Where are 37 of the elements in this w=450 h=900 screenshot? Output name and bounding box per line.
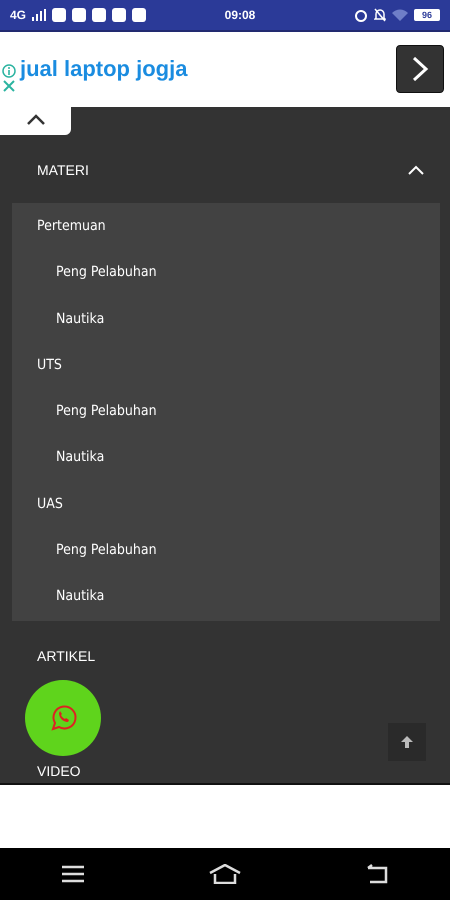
clock: 09:08 [224, 8, 256, 22]
wifi-icon [392, 8, 408, 21]
submenu-item[interactable]: Peng Pelabuhan [12, 388, 440, 434]
submenu-item[interactable]: Peng Pelabuhan [12, 526, 440, 574]
menu-icon[interactable] [62, 865, 84, 884]
submenu-item[interactable]: Pertemuan [12, 202, 440, 250]
network-type: 4G [10, 8, 26, 22]
mute-icon [374, 8, 386, 22]
close-icon[interactable] [3, 80, 15, 92]
app-notification-icon [132, 8, 146, 22]
chevron-up-icon [408, 164, 424, 175]
submenu-item[interactable]: Nautika [12, 295, 440, 342]
arrow-up-icon [400, 735, 414, 749]
ad-headline[interactable]: jual laptop jogja [20, 56, 396, 82]
collapse-tab[interactable] [0, 106, 71, 135]
app-notification-icon [112, 8, 126, 22]
menu-item[interactable]: VIDEO [0, 763, 450, 784]
chevron-right-icon [411, 56, 429, 82]
back-to-top-button[interactable] [388, 723, 426, 761]
battery-icon: 96 [414, 8, 440, 21]
back-icon[interactable] [366, 864, 388, 884]
alarm-icon [354, 8, 368, 22]
app-notification-icon [52, 8, 66, 22]
menu-item[interactable]: MATERI [0, 134, 450, 205]
home-icon[interactable] [208, 864, 241, 884]
submenu-item[interactable]: Peng Pelabuhan [12, 249, 440, 296]
chevron-up-icon [26, 114, 46, 126]
submenu-item[interactable]: UTS [12, 342, 440, 388]
app-notification-icon [92, 8, 106, 22]
signal-icon [32, 8, 46, 21]
submenu-item[interactable]: Nautika [12, 434, 440, 481]
menu-item[interactable]: ARTIKEL [0, 621, 450, 692]
ad-next-button[interactable] [396, 45, 444, 94]
info-icon[interactable] [2, 64, 16, 78]
app-notification-icon [72, 8, 86, 22]
submenu-item[interactable]: UAS [12, 480, 440, 527]
submenu-item[interactable]: Nautika [12, 573, 440, 620]
